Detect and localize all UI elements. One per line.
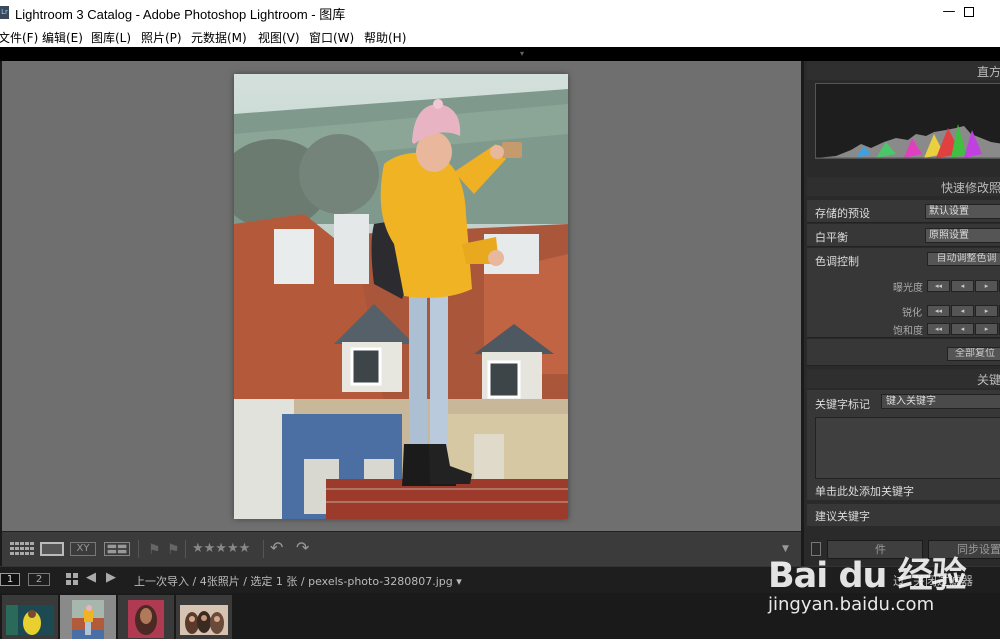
maximize-icon — [964, 7, 974, 17]
histogram-panel-header[interactable]: 直方 — [807, 61, 1000, 80]
quick-develop-panel-header[interactable]: 快速修改照 — [807, 177, 1000, 196]
reset-all-button[interactable]: 全部复位 — [947, 347, 1000, 361]
filter-select[interactable]: 关闭过滤器 — [913, 572, 973, 589]
exposure-label: 曝光度 — [893, 283, 923, 294]
toolbar-content-menu-icon[interactable]: ▼ — [782, 544, 789, 558]
vibrance-increase-button[interactable]: ▸ — [975, 323, 998, 335]
white-balance-label: 白平衡 — [815, 231, 848, 244]
filter-label: 过 — [893, 574, 906, 588]
filmstrip-navigation-bar: 1 2 ◀ ▶ 上一次导入 / 4张照片 / 选定 1 张 / pexels-p… — [0, 566, 1000, 593]
filmstrip-source-breadcrumb[interactable]: 上一次导入 / 4张照片 / 选定 1 张 / pexels-photo-328… — [134, 573, 462, 589]
filmstrip — [0, 593, 1000, 639]
thumbnail-image — [128, 600, 164, 638]
forward-arrow-icon[interactable]: ▶ — [106, 570, 116, 585]
histogram-graph — [816, 124, 1000, 158]
thumbnail-image — [6, 605, 54, 635]
menu-window[interactable]: 窗口(W) — [309, 29, 354, 46]
saved-preset-select[interactable]: 默认设置 — [925, 204, 1000, 219]
clarity-increase-button[interactable]: ▸ — [975, 305, 998, 317]
lightroom-app-icon: Lr — [0, 6, 9, 19]
flag-pick-icon[interactable]: ⚑ — [148, 542, 161, 558]
window-title: Lightroom 3 Catalog - Adobe Photoshop Li… — [15, 7, 346, 22]
back-arrow-icon[interactable]: ◀ — [86, 570, 96, 585]
maximize-button[interactable] — [958, 2, 980, 22]
sync-metadata-button[interactable]: 件 — [827, 540, 923, 559]
clarity-buttons: ◂◂ ◂ ▸ ▸▸ — [927, 305, 1000, 317]
menu-file[interactable]: 文件(F) — [0, 29, 38, 46]
flag-reject-icon[interactable]: ⚑ — [167, 542, 180, 558]
menu-view[interactable]: 视图(V) — [258, 29, 300, 46]
keyword-input-area[interactable] — [815, 417, 1000, 479]
survey-view-icon[interactable] — [104, 542, 130, 556]
filmstrip-thumbnail-selected[interactable] — [60, 595, 116, 639]
exposure-decrease-button[interactable]: ◂ — [951, 280, 974, 292]
right-panel: 直方 快速修改照 存储的预设 默认设置 白平衡 原照设置 色调控制 自动调整色调… — [801, 61, 1000, 566]
vibrance-decrease-button[interactable]: ◂ — [951, 323, 974, 335]
exposure-increase-button[interactable]: ▸ — [975, 280, 998, 292]
filmstrip-thumbnail[interactable] — [2, 595, 58, 639]
clarity-decrease-button[interactable]: ◂ — [951, 305, 974, 317]
loupe-view-icon[interactable] — [40, 542, 64, 556]
keyword-tags-label: 关键字标记 — [815, 398, 870, 411]
exposure-buttons: ◂◂ ◂ ▸ ▸▸ — [927, 280, 1000, 292]
panel-expand-arrow-icon[interactable]: ▾ — [520, 49, 524, 58]
photo-preview[interactable] — [234, 74, 568, 519]
top-panel-toggle-strip[interactable]: ▾ — [0, 47, 1000, 60]
clarity-decrease-large-button[interactable]: ◂◂ — [927, 305, 950, 317]
main-window-button[interactable]: 1 — [0, 573, 20, 586]
tone-control-section: 色调控制 自动调整色调 曝光度 ◂◂ ◂ ▸ ▸▸ 锐化 ◂◂ ◂ ▸ ▸▸ 饱… — [807, 248, 1000, 338]
keyword-tags-row: 关键字标记 键入关键字 — [807, 392, 1000, 412]
title-bar: Lr Lightroom 3 Catalog - Adobe Photoshop… — [0, 0, 1000, 26]
menu-help[interactable]: 帮助(H) — [364, 29, 406, 46]
toolbar-divider — [138, 540, 139, 558]
menu-photo[interactable]: 照片(P) — [141, 29, 182, 46]
auto-tone-button[interactable]: 自动调整色调 — [927, 252, 1000, 266]
grid-view-icon[interactable] — [66, 573, 78, 585]
saved-preset-row: 存储的预设 默认设置 — [807, 200, 1000, 223]
rotate-right-icon[interactable]: ↷ — [296, 538, 309, 557]
menu-bar: 文件(F) 编辑(E) 图库(L) 照片(P) 元数据(M) 视图(V) 窗口(… — [0, 26, 1000, 47]
secondary-window-button[interactable]: 2 — [28, 573, 50, 586]
keywording-panel-header[interactable]: 关键 — [807, 369, 1000, 388]
suggested-keywords-row[interactable]: 建议关键字 — [807, 504, 1000, 526]
library-toolbar: XY ⚑ ⚑ ★★★★★ ↶ ↷ ▼ — [2, 531, 801, 566]
loupe-view-area — [2, 61, 801, 531]
vibrance-label: 饱和度 — [893, 326, 923, 337]
menu-edit[interactable]: 编辑(E) — [42, 29, 83, 46]
histogram — [815, 83, 1000, 159]
quick-develop-header-label: 快速修改照 — [940, 181, 1000, 195]
compare-view-icon[interactable]: XY — [70, 542, 96, 556]
saved-preset-label: 存储的预设 — [815, 207, 870, 220]
add-keywords-hint[interactable]: 单击此处添加关键字 — [815, 483, 1000, 499]
toolbar-divider — [185, 540, 186, 558]
keywording-header-label: 关键 — [976, 373, 1000, 387]
suggested-keywords-label: 建议关键字 — [815, 510, 870, 523]
tone-control-label: 色调控制 — [815, 255, 859, 268]
exposure-decrease-large-button[interactable]: ◂◂ — [927, 280, 950, 292]
sync-settings-button[interactable]: 同步设置 — [928, 540, 1000, 559]
white-balance-select[interactable]: 原照设置 — [925, 228, 1000, 243]
sync-bar: 件 同步设置 — [807, 533, 1000, 566]
filmstrip-thumbnail[interactable] — [176, 595, 232, 639]
menu-metadata[interactable]: 元数据(M) — [191, 29, 247, 46]
vibrance-buttons: ◂◂ ◂ ▸ ▸▸ — [927, 323, 1000, 335]
minimize-button[interactable]: — — [938, 2, 960, 22]
grid-view-icon[interactable] — [10, 542, 34, 556]
thumbnail-image — [180, 605, 228, 635]
auto-sync-toggle-icon[interactable] — [811, 542, 821, 556]
photo-illustration — [234, 74, 568, 519]
filmstrip-thumbnail[interactable] — [118, 595, 174, 639]
white-balance-row: 白平衡 原照设置 — [807, 224, 1000, 247]
toolbar-divider — [263, 540, 264, 558]
rotate-left-icon[interactable]: ↶ — [270, 538, 283, 557]
clarity-label: 锐化 — [902, 308, 922, 319]
star-rating[interactable]: ★★★★★ — [192, 541, 250, 556]
histogram-header-label: 直方 — [976, 65, 1000, 79]
vibrance-decrease-large-button[interactable]: ◂◂ — [927, 323, 950, 335]
menu-library[interactable]: 图库(L) — [91, 29, 131, 46]
thumbnail-image — [72, 600, 104, 639]
keyword-tags-select[interactable]: 键入关键字 — [881, 394, 1000, 409]
